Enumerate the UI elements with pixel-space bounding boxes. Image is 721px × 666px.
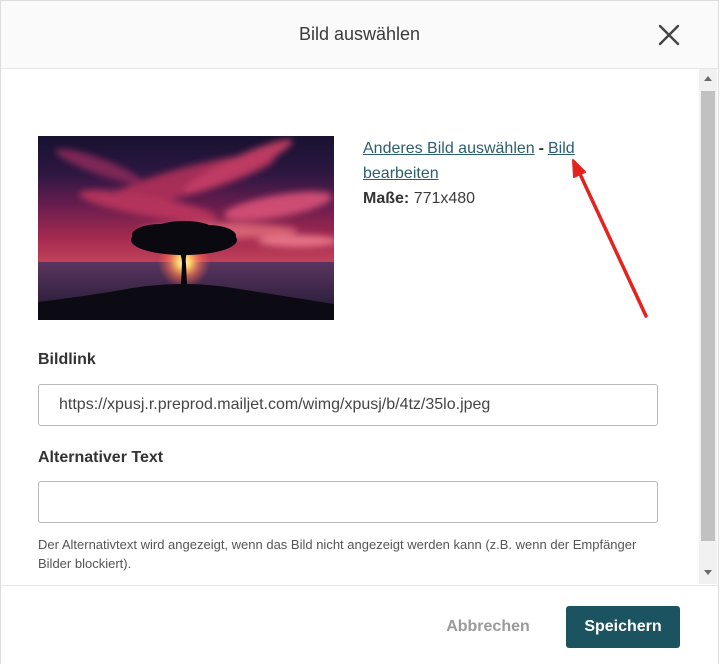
preview-image: [38, 136, 334, 320]
dimensions-value: 771x480: [413, 190, 476, 207]
close-icon: [658, 24, 680, 46]
save-button[interactable]: Speichern: [566, 606, 680, 648]
scrollbar-thumb[interactable]: [701, 91, 715, 541]
alt-text-label: Alternativer Text: [38, 449, 164, 466]
image-info: Anderes Bild auswählen - Bild bearbeiten M…: [363, 136, 599, 211]
scroll-up-button[interactable]: [699, 69, 717, 87]
scroll-down-button[interactable]: [699, 563, 717, 581]
select-image-dialog: Bild auswählen Anderes Bild auswählen - …: [0, 0, 719, 664]
dialog-title: Bild auswählen: [298, 24, 421, 44]
scrollbar[interactable]: [699, 69, 717, 584]
dialog-footer: Abbrechen Speichern: [1, 585, 718, 664]
close-button[interactable]: [656, 22, 682, 48]
alt-text-input[interactable]: [38, 481, 658, 523]
alt-text-help: Der Alternativtext wird angezeigt, wenn …: [38, 537, 637, 571]
change-image-link[interactable]: Anderes Bild auswählen: [363, 140, 535, 157]
bildlink-input[interactable]: [38, 384, 658, 426]
link-separator: -: [538, 140, 544, 157]
cancel-button[interactable]: Abbrechen: [434, 606, 542, 648]
arrow-up-icon: [704, 76, 712, 81]
bildlink-label: Bildlink: [38, 351, 96, 368]
dialog-header: Bild auswählen: [1, 1, 718, 69]
arrow-down-icon: [704, 570, 712, 575]
dimensions-label: Maße:: [363, 190, 410, 207]
